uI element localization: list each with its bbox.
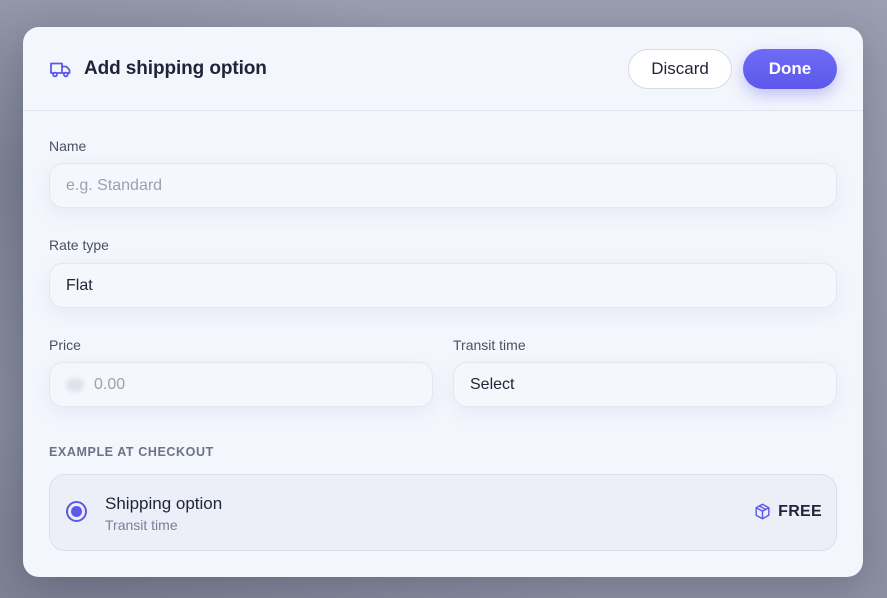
checkout-example-card: Shipping option Transit time FREE (49, 474, 837, 551)
name-placeholder: e.g. Standard (66, 176, 163, 194)
example-section-title: EXAMPLE AT CHECKOUT (49, 445, 214, 459)
transit-time-select[interactable]: Select (453, 362, 837, 407)
modal-header: Add shipping option Discard Done (23, 27, 863, 111)
box-icon (753, 502, 772, 521)
price-placeholder: 0.00 (94, 375, 126, 393)
price-input[interactable]: 0.00 (49, 362, 433, 407)
name-label: Name (49, 138, 87, 154)
example-option-title: Shipping option (105, 494, 223, 513)
rate-type-label: Rate type (49, 237, 109, 253)
add-shipping-option-modal: Add shipping option Discard Done Name e.… (23, 27, 863, 577)
price-label: Price (49, 337, 81, 353)
currency-symbol (66, 377, 84, 392)
name-input[interactable]: e.g. Standard (49, 163, 837, 208)
radio-selected-icon (66, 501, 87, 522)
modal-title-wrap: Add shipping option (49, 57, 267, 81)
truck-icon (49, 57, 73, 81)
example-option-subtitle: Transit time (105, 517, 178, 533)
example-price-label: FREE (778, 502, 822, 520)
modal-title: Add shipping option (84, 58, 267, 79)
transit-time-value: Select (470, 375, 515, 393)
discard-button[interactable]: Discard (628, 49, 732, 89)
example-price-tag: FREE (753, 502, 822, 521)
transit-time-label: Transit time (453, 337, 526, 353)
rate-type-value: Flat (66, 276, 93, 294)
rate-type-select[interactable]: Flat (49, 263, 837, 308)
radio-dot (71, 506, 82, 517)
done-button[interactable]: Done (743, 49, 837, 89)
